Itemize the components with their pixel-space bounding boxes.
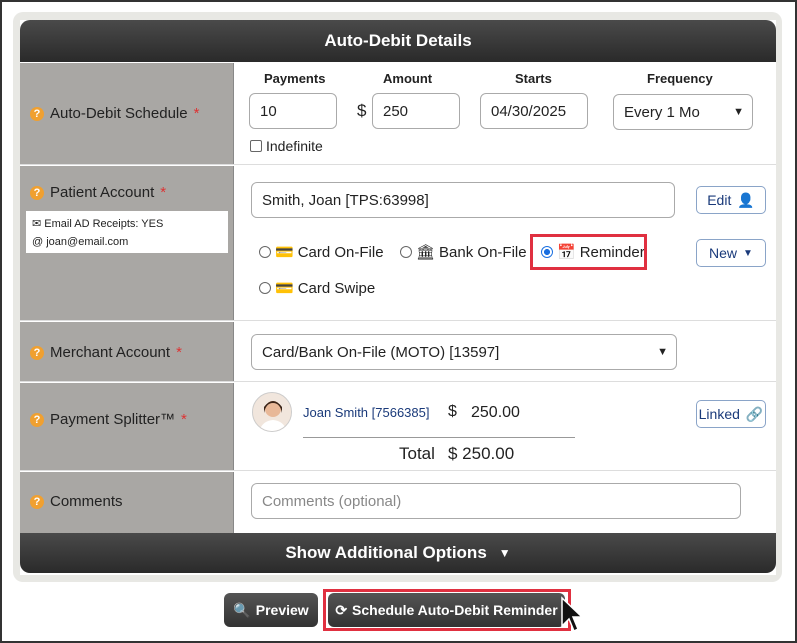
indefinite-checkbox[interactable] bbox=[250, 140, 262, 152]
required-marker: * bbox=[181, 411, 187, 428]
reminder-highlight bbox=[530, 234, 647, 270]
radio-card-swipe[interactable]: 💳 Card Swipe bbox=[259, 279, 375, 297]
chevron-down-icon: ▼ bbox=[733, 106, 744, 118]
radio-card-on-file[interactable]: 💳 Card On-File bbox=[259, 243, 384, 261]
help-icon[interactable]: ? bbox=[30, 345, 44, 360]
indefinite-option[interactable]: Indefinite bbox=[250, 138, 323, 154]
starts-header: Starts bbox=[515, 71, 552, 86]
required-marker: * bbox=[193, 105, 200, 122]
splitter-amount: 250.00 bbox=[471, 404, 520, 421]
caret-down-icon: ▼ bbox=[743, 247, 753, 259]
patient-label-cell: ? Patient Account * ✉ Email AD Receipts: … bbox=[20, 166, 234, 320]
patient-avatar bbox=[252, 392, 292, 432]
merchant-account-select[interactable]: Card/Bank On-File (MOTO) [13597] ▼ bbox=[251, 334, 677, 370]
comments-label: ? Comments bbox=[30, 493, 123, 510]
total-label: Total bbox=[399, 444, 435, 463]
at-icon: @ bbox=[32, 236, 44, 248]
amount-currency: $ bbox=[357, 101, 367, 120]
comments-label-cell: ? Comments bbox=[20, 472, 234, 533]
comments-input[interactable]: Comments (optional) bbox=[251, 483, 741, 519]
patient-row: ? Patient Account * ✉ Email AD Receipts: … bbox=[20, 166, 776, 321]
merchant-row: ? Merchant Account * Card/Bank On-File (M… bbox=[20, 322, 776, 382]
search-icon: 🔍 bbox=[233, 601, 251, 618]
frequency-header: Frequency bbox=[647, 71, 713, 86]
patient-label: ? Patient Account * bbox=[30, 184, 166, 201]
person-photo-icon bbox=[253, 393, 291, 431]
mouse-cursor-icon bbox=[561, 596, 582, 633]
email-line: @ joan@email.com bbox=[32, 236, 129, 248]
splitter-currency: $ bbox=[448, 403, 457, 420]
help-icon[interactable]: ? bbox=[30, 412, 44, 427]
merchant-label-cell: ? Merchant Account * bbox=[20, 322, 234, 381]
starts-date-input[interactable]: 04/30/2025 bbox=[480, 93, 588, 129]
envelope-icon: ✉ bbox=[32, 218, 42, 230]
merchant-label: ? Merchant Account * bbox=[30, 344, 182, 361]
payments-header: Payments bbox=[264, 71, 326, 86]
splitter-divider bbox=[303, 437, 575, 438]
new-payment-method-button[interactable]: New ▼ bbox=[696, 239, 766, 267]
splitter-patient-link[interactable]: Joan Smith [7566385] bbox=[303, 405, 429, 420]
splitter-label: ? Payment Splitter™ * bbox=[30, 411, 187, 428]
comments-row: ? Comments Comments (optional) bbox=[20, 472, 776, 533]
radio-card-on-file-input[interactable] bbox=[259, 246, 271, 258]
splitter-label-cell: ? Payment Splitter™ * bbox=[20, 383, 234, 470]
patient-contact-box: ✉ Email AD Receipts: YES @ joan@email.co… bbox=[26, 211, 228, 253]
user-icon: 👤 bbox=[737, 191, 755, 208]
patient-account-input[interactable]: Smith, Joan [TPS:63998] bbox=[251, 182, 675, 218]
caret-down-icon: ▼ bbox=[498, 546, 511, 560]
frequency-select[interactable]: Every 1 Mo ▼ bbox=[613, 94, 753, 130]
radio-card-swipe-input[interactable] bbox=[259, 282, 271, 294]
required-marker: * bbox=[176, 344, 182, 361]
show-additional-options-toggle[interactable]: Show Additional Options ▼ bbox=[20, 533, 776, 573]
link-icon: 🔗 bbox=[745, 405, 764, 422]
preview-button[interactable]: 🔍 Preview bbox=[224, 593, 318, 627]
schedule-label-cell: ? Auto-Debit Schedule * bbox=[20, 63, 234, 164]
panel-header: Auto-Debit Details bbox=[20, 20, 776, 62]
credit-card-icon: 💳 bbox=[275, 244, 294, 261]
credit-card-icon: 💳 bbox=[275, 280, 294, 297]
panel-title: Auto-Debit Details bbox=[324, 31, 472, 50]
total-value: $ 250.00 bbox=[448, 444, 515, 463]
help-icon[interactable]: ? bbox=[30, 106, 44, 121]
payments-input[interactable]: 10 bbox=[249, 93, 337, 129]
radio-bank-on-file-input[interactable] bbox=[400, 246, 412, 258]
radio-bank-on-file[interactable]: 🏛 Bank On-File bbox=[400, 243, 527, 261]
edit-patient-button[interactable]: Edit 👤 bbox=[696, 186, 766, 214]
help-icon[interactable]: ? bbox=[30, 494, 44, 509]
schedule-label: ? Auto-Debit Schedule * bbox=[30, 105, 199, 122]
linked-button[interactable]: Linked 🔗 bbox=[696, 400, 766, 428]
amount-input[interactable]: 250 bbox=[372, 93, 460, 129]
schedule-button-highlight bbox=[323, 589, 571, 631]
bank-icon: 🏛 bbox=[416, 244, 436, 261]
chevron-down-icon: ▼ bbox=[657, 346, 668, 358]
splitter-row: ? Payment Splitter™ * Joan Smith [7566385… bbox=[20, 383, 776, 471]
receipts-line: ✉ Email AD Receipts: YES bbox=[32, 218, 164, 230]
required-marker: * bbox=[160, 184, 167, 201]
amount-header: Amount bbox=[383, 71, 433, 86]
schedule-row: ? Auto-Debit Schedule * Payments Amount S… bbox=[20, 63, 776, 165]
help-icon[interactable]: ? bbox=[30, 185, 44, 200]
